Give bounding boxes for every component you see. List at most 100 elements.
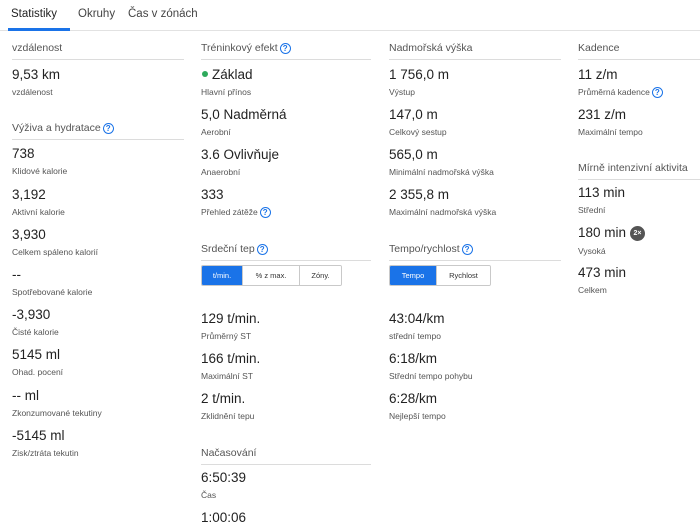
- tab-okruhy[interactable]: Okruhy: [78, 8, 115, 20]
- stat-label: Aerobní: [201, 127, 231, 137]
- stat-label: Celkem spáleno kalorií: [12, 247, 98, 257]
- cadence-header: Kadence: [578, 42, 620, 54]
- stat-value: 231 z/m: [578, 107, 627, 122]
- section-header-timing: Načasování: [201, 447, 256, 459]
- stat-label: Spotřebované kalorie: [12, 287, 93, 297]
- stat-label: Průměrná kadence: [578, 87, 650, 97]
- stat-value: 3.6 Ovlivňuje: [201, 147, 280, 162]
- stat-best-pace: 6:28/km Nejlepší tempo: [389, 391, 446, 421]
- toggle-percent-max[interactable]: % z max.: [243, 266, 300, 285]
- stat-value: 3,930: [12, 227, 46, 242]
- stat-consumed-calories: -- Spotřebované kalorie: [12, 267, 92, 297]
- tab-statistiky[interactable]: Statistiky: [11, 8, 57, 20]
- stat-total-calories: 3,930 Celkem spáleno kalorií: [12, 227, 98, 257]
- active-tab-indicator: [8, 28, 70, 31]
- section-divider: [389, 59, 561, 60]
- section-divider: [578, 59, 700, 60]
- stat-value: 6:28/km: [389, 391, 438, 406]
- stat-label: Čisté kalorie: [12, 327, 59, 337]
- toggle-bpm[interactable]: t/min.: [202, 266, 243, 285]
- multiplier-badge-icon: 2×: [630, 225, 646, 241]
- training-header: Tréninkový efekt: [201, 42, 278, 54]
- stat-value: 5145 ml: [12, 347, 61, 362]
- nutrition-header: Výživa a hydratace: [12, 122, 101, 134]
- stat-ascent: 1 756,0 m Výstup: [389, 67, 449, 97]
- stat-moving-pace: 6:18/km Střední tempo pohybu: [389, 351, 473, 381]
- section-header-elevation: Nadmořská výška: [389, 42, 561, 60]
- question-circle-icon[interactable]: ?: [279, 42, 291, 54]
- stat-min-elevation: 565,0 m Minimální nadmořská výška: [389, 147, 494, 177]
- stat-anaerobic: 3.6 Ovlivňuje Anaerobní: [201, 147, 279, 177]
- stat-label: střední tempo: [389, 331, 441, 341]
- stat-label: Maximální tempo: [578, 127, 643, 137]
- stat-label: Zkonzumované tekutiny: [12, 408, 102, 418]
- question-circle-icon[interactable]: ?: [461, 243, 473, 255]
- stat-label: Maximální nadmořská výška: [389, 207, 497, 217]
- stat-label: Zklidnění tepu: [201, 411, 255, 421]
- stat-descent: 147,0 m Celkový sestup: [389, 107, 447, 137]
- tab-cas-v-zonach[interactable]: Čas v zónách: [128, 8, 198, 20]
- stat-label: Minimální nadmořská výška: [389, 167, 494, 177]
- stat-value: 565,0 m: [389, 147, 438, 162]
- toggle-zones[interactable]: Zóny.: [300, 266, 341, 285]
- stat-time: 6:50:39 Čas: [201, 470, 246, 500]
- stat-label: Průměrný ST: [201, 331, 252, 341]
- question-circle-icon[interactable]: ?: [259, 207, 271, 219]
- stat-fluid-balance: -5145 ml Zisk/ztráta tekutin: [12, 428, 79, 458]
- stat-value: 180 min: [578, 225, 627, 240]
- elevation-header: Nadmořská výška: [389, 42, 473, 54]
- toggle-speed[interactable]: Rychlost: [437, 266, 490, 285]
- stat-value: 9,53 km: [12, 67, 61, 82]
- stat-value: 113 min: [578, 185, 626, 200]
- section-divider: [12, 59, 184, 60]
- stat-value: 738: [12, 146, 35, 161]
- stat-resting-calories: 738 Klidové kalorie: [12, 146, 67, 176]
- stat-max-cadence: 231 z/m Maximální tempo: [578, 107, 643, 137]
- stat-label: Maximální ST: [201, 371, 253, 381]
- toggle-pace[interactable]: Tempo: [390, 266, 437, 285]
- section-divider: [12, 139, 184, 140]
- stat-label: Celkem: [578, 285, 607, 295]
- question-circle-icon[interactable]: ?: [651, 87, 663, 99]
- section-header-intensity: Mírně intenzivní aktivita: [578, 162, 688, 174]
- stat-label: Ohad. pocení: [12, 367, 64, 377]
- pace-speed-toggle: Tempo Rychlost: [389, 265, 491, 286]
- heart-rate-header: Srdeční tep: [201, 243, 255, 255]
- section-divider: [578, 179, 700, 180]
- stat-avg-hr: 129 t/min. Průměrný ST: [201, 311, 260, 341]
- question-circle-icon[interactable]: ?: [102, 122, 114, 134]
- intensity-header: Mírně intenzivní aktivita: [578, 162, 688, 174]
- stat-label: Anaerobní: [201, 167, 241, 177]
- stat-primary-benefit: Základ Hlavní přínos: [201, 67, 253, 97]
- stat-value: 1:00:06: [201, 510, 247, 525]
- stat-label: Nejlepší tempo: [389, 411, 446, 421]
- stat-fluids-consumed: -- ml Zkonzumované tekutiny: [12, 388, 102, 418]
- stat-value: -- ml: [12, 388, 39, 403]
- stat-label: Klidové kalorie: [12, 166, 68, 176]
- stat-total-minutes: 473 min Celkem: [578, 265, 626, 295]
- section-divider: [201, 260, 371, 261]
- stat-vigorous-minutes: 180 min 2× Vysoká: [578, 225, 646, 256]
- stat-label: Aktivní kalorie: [12, 207, 65, 217]
- section-header-cadence: Kadence: [578, 42, 700, 60]
- stat-avg-cadence: 11 z/m Průměrná kadence?: [578, 67, 663, 99]
- distance-header: vzdálenost: [12, 42, 63, 54]
- stat-hr-recovery: 2 t/min. Zklidnění tepu: [201, 391, 254, 421]
- section-header-pace: Tempo/rychlost?: [389, 243, 473, 255]
- stat-moderate-minutes: 113 min Střední: [578, 185, 625, 215]
- stat-value: 6:18/km: [389, 351, 438, 366]
- column-elevation-pace: Nadmořská výška 1 756,0 m Výstup 147,0 m…: [389, 42, 561, 421]
- section-divider: [201, 59, 371, 60]
- stat-value: -3,930: [12, 307, 51, 322]
- section-header-nutrition: Výživa a hydratace?: [12, 122, 114, 134]
- stat-label: Střední: [578, 205, 606, 215]
- stat-avg-pace: 43:04/km střední tempo: [389, 311, 445, 341]
- tab-bar: Statistiky Okruhy Čas v zónách: [0, 0, 700, 31]
- stat-label: Hlavní přínos: [201, 87, 252, 97]
- question-circle-icon[interactable]: ?: [256, 243, 268, 255]
- stat-value: 333: [201, 187, 224, 202]
- stat-label: Celkový sestup: [389, 127, 447, 137]
- stat-value: Základ: [212, 67, 253, 82]
- section-header-distance: vzdálenost: [12, 42, 184, 60]
- stat-label: Střední tempo pohybu: [389, 371, 473, 381]
